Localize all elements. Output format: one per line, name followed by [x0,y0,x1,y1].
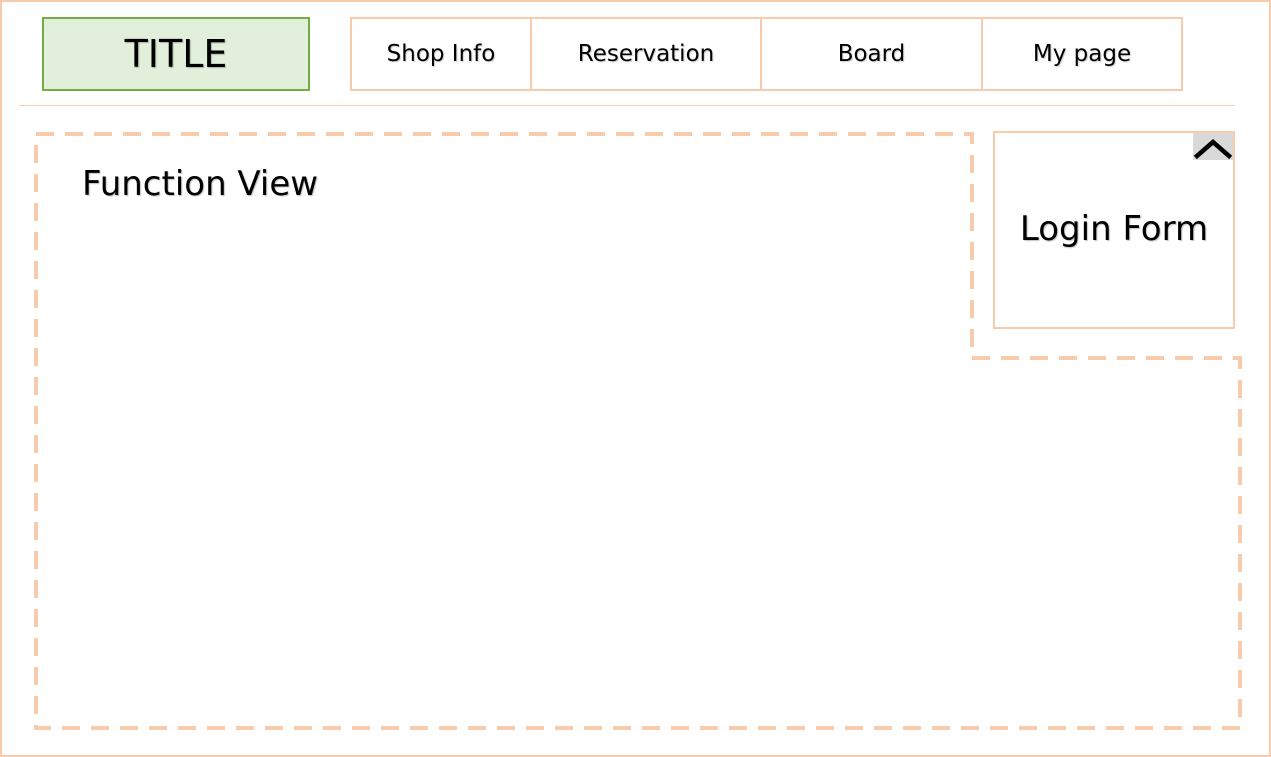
chevron-up-icon [1193,139,1233,160]
login-form-panel[interactable]: Login Form [993,131,1235,329]
function-view-region [34,132,1242,730]
login-form-label: Login Form [1019,209,1209,249]
function-view-label: Function View [82,164,319,204]
collapse-button[interactable] [1193,133,1233,160]
